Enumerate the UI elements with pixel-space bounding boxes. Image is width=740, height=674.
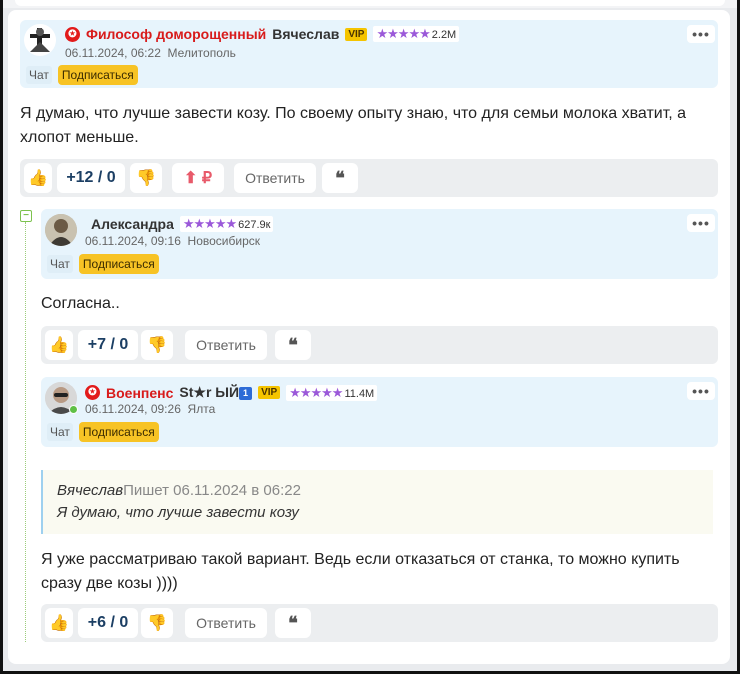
user-rank[interactable]: Философ доморощенный [86,26,266,42]
thumb-down-icon: 👎 [147,615,167,632]
username[interactable]: Александра [91,216,174,232]
rating-stars: ★★★★★ 2.2M [373,26,460,42]
reply-label: Ответить [196,337,256,353]
more-options-icon[interactable]: ••• [687,382,715,400]
quote-button[interactable]: ❝ [275,608,311,638]
dislike-button[interactable]: 👎 [141,608,173,638]
thumb-down-icon: 👎 [147,337,167,354]
dislike-button[interactable]: 👎 [130,163,162,193]
comment-city: Ялта [187,402,216,416]
thumb-up-icon: 👍 [28,170,48,187]
user-rank[interactable]: Военпенс [106,385,173,401]
like-button[interactable]: 👍 [45,608,73,638]
collapse-thread-icon[interactable]: − [20,210,32,222]
comment-date: 06.11.2024, 06:22 [65,46,161,60]
rating-stars: ★★★★★ 627.9к [179,216,274,232]
quote-button[interactable]: ❝ [322,163,358,193]
reply-label: Ответить [245,170,305,186]
avatar[interactable] [45,214,77,246]
action-bar: 👍 +12 / 0 👎 ⬆ ₽ Ответить ❝ [20,159,718,197]
chat-button[interactable]: Чат [47,423,73,441]
vip-badge: VIP [258,386,281,399]
stars-icon: ★★★★★ [376,26,430,41]
action-bar: 👍 +6 / 0 👎 Ответить ❝ [41,604,718,642]
comment-text: Я уже рассматриваю такой вариант. Ведь е… [41,551,680,592]
quote-author[interactable]: Вячеслав [57,482,123,499]
reply-label: Ответить [196,615,256,631]
action-bar: 👍 +7 / 0 👎 Ответить ❝ [41,326,718,364]
rating-value: 627.9к [238,219,271,231]
more-options-icon[interactable]: ••• [687,214,715,232]
reply-button[interactable]: Ответить [185,330,267,360]
dislike-button[interactable]: 👎 [141,330,173,360]
subscribe-button[interactable]: Подписаться [78,254,159,274]
subscribe-button[interactable]: Подписаться [78,422,159,442]
vip-badge: VIP [345,27,368,41]
vote-score: +12 / 0 [57,163,125,193]
chat-button[interactable]: Чат [47,255,73,273]
vote-score: +7 / 0 [78,330,138,360]
username-text: St★r ЫЙ [179,384,240,400]
chat-button[interactable]: Чат [26,66,52,84]
vote-score: +6 / 0 [78,608,138,638]
avatar[interactable] [24,24,56,56]
comment-date: 06.11.2024, 09:16 [85,234,181,248]
thumb-up-icon: 👍 [49,337,69,354]
comment-city: Новосибирск [187,234,261,248]
donate-button[interactable]: ⬆ ₽ [172,163,224,193]
more-options-icon[interactable]: ••• [687,25,715,43]
comment-text: Я думаю, что лучше завести козу. По свое… [20,105,687,146]
quote-icon: ❝ [288,334,298,355]
rating-stars: ★★★★★ 11.4M [286,384,378,401]
comments-card: ✪ Философ доморощенный Вячеслав VIP ★★★★… [8,10,730,664]
online-indicator [69,405,78,414]
comment-city: Мелитополь [167,46,236,60]
donate-icon: ⬆ ₽ [183,170,213,187]
comment-date: 06.11.2024, 09:26 [85,402,181,416]
comment-text: Согласна.. [41,295,120,312]
score-value: +7 / 0 [87,336,129,353]
username[interactable]: Вячеслав [272,26,339,42]
subscribe-button[interactable]: Подписаться [57,65,138,85]
like-button[interactable]: 👍 [24,163,52,193]
quote-icon: ❝ [335,167,345,188]
quote-button[interactable]: ❝ [275,330,311,360]
rank-badge-icon: ✪ [85,385,100,400]
number-badge-icon: 1 [239,386,253,400]
rating-value: 11.4M [344,387,375,400]
thumb-up-icon: 👍 [49,615,69,632]
thread-line [25,222,26,642]
quote-text: Я думаю, что лучше завести козу [57,504,299,521]
username[interactable]: St★r ЫЙ 1 [179,384,253,401]
thumb-down-icon: 👎 [136,170,156,187]
rank-badge-icon: ✪ [65,26,80,42]
stars-icon: ★★★★★ [289,384,343,400]
like-button[interactable]: 👍 [45,330,73,360]
rating-value: 2.2M [431,29,457,41]
reply-button[interactable]: Ответить [234,163,316,193]
quote-icon: ❝ [288,612,298,633]
quoted-message: ВячеславПишет 06.11.2024 в 06:22 Я думаю… [41,470,713,534]
stars-icon: ★★★★★ [182,216,237,231]
score-value: +6 / 0 [87,614,129,631]
reply-button[interactable]: Ответить [185,608,267,638]
quote-meta: Пишет 06.11.2024 в 06:22 [123,482,301,499]
score-value: +12 / 0 [66,169,116,186]
